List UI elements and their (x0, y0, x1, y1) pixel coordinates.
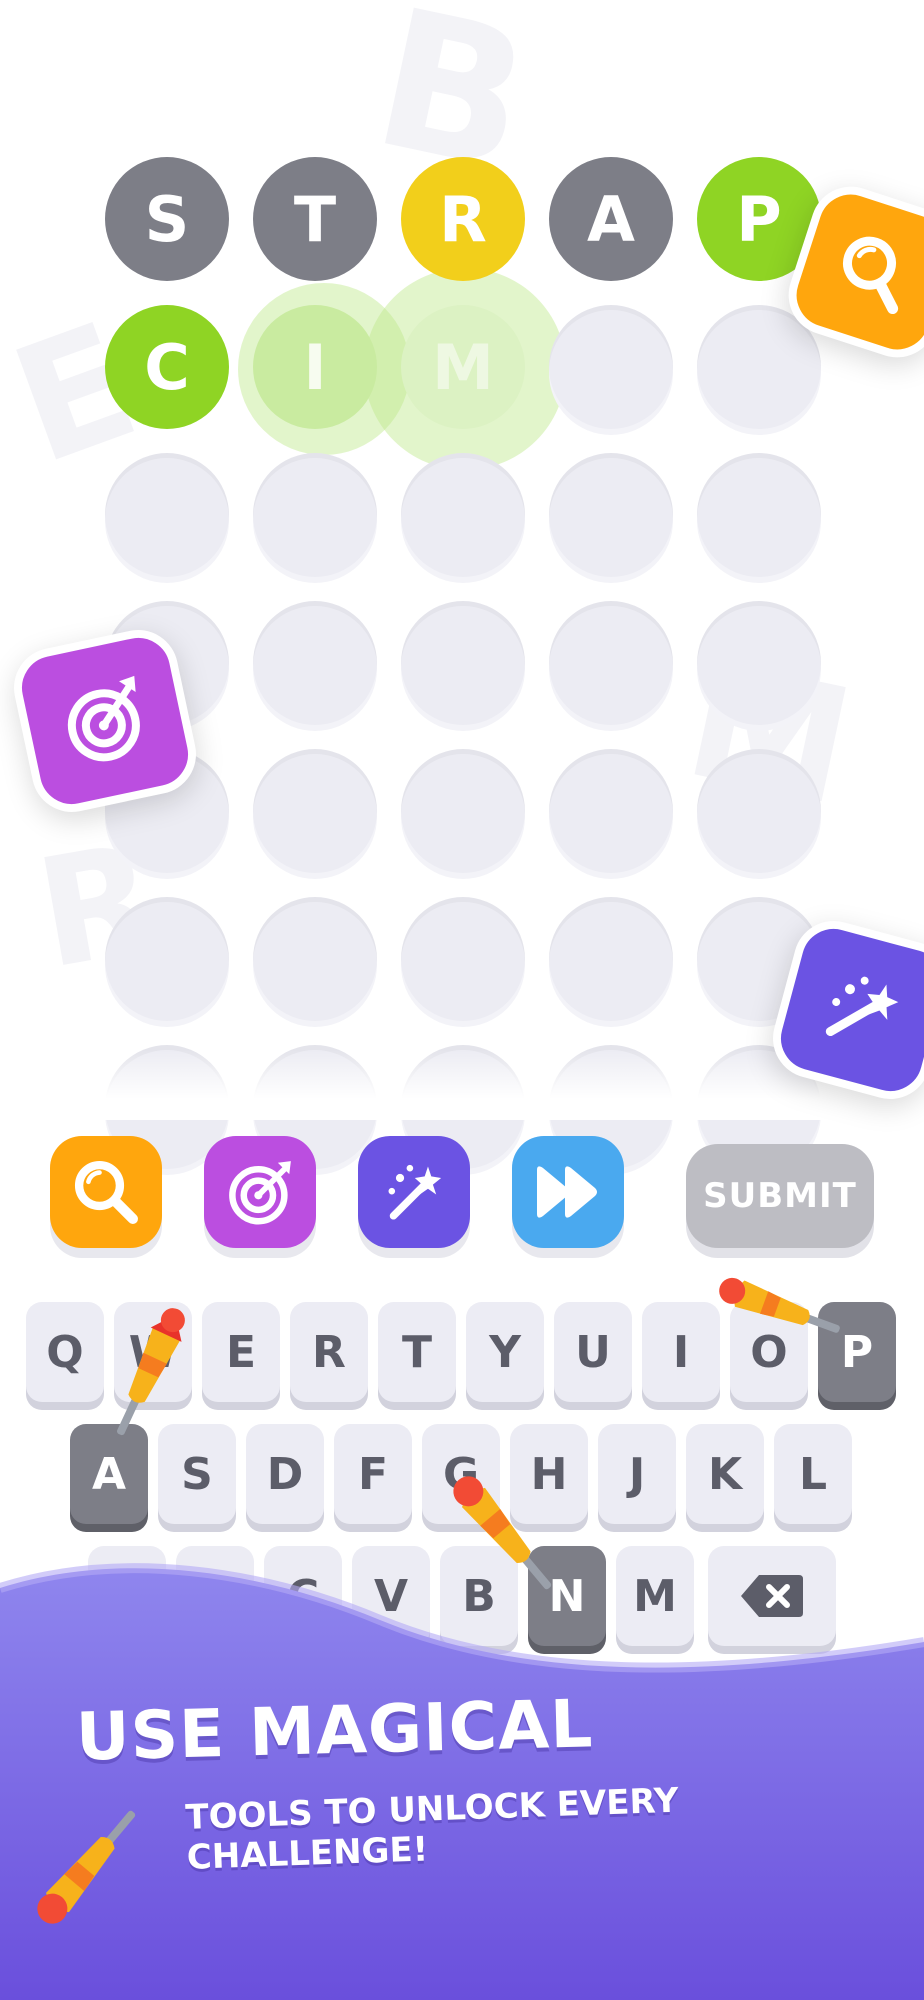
key-k[interactable]: K (686, 1424, 764, 1524)
grid-cell (401, 897, 525, 1021)
key-u[interactable]: U (554, 1302, 632, 1402)
submit-button[interactable]: SUBMIT (686, 1144, 874, 1248)
key-i[interactable]: I (642, 1302, 720, 1402)
key-d[interactable]: D (246, 1424, 324, 1524)
dart-icon (453, 1476, 552, 1590)
grid-cell (253, 897, 377, 1021)
fast-forward-tool-button[interactable] (512, 1136, 624, 1248)
grid-cell (105, 897, 229, 1021)
grid-cell: R (401, 157, 525, 281)
target-icon (229, 1161, 291, 1225)
magnifier-tool-button[interactable] (50, 1136, 162, 1248)
grid-cell (549, 897, 673, 1021)
grid-cell (253, 749, 377, 873)
grid-cell: I (253, 305, 377, 429)
grid-cell (697, 749, 821, 873)
grid-cell (253, 601, 377, 725)
grid-cell (253, 453, 377, 577)
target-icon (67, 675, 140, 762)
grid-cell: C (105, 305, 229, 429)
key-f[interactable]: F (334, 1424, 412, 1524)
dart-icon (117, 1308, 185, 1436)
grid-cell: M (401, 305, 525, 429)
grid-cell (401, 601, 525, 725)
grid-cell (549, 305, 673, 429)
dart-icon (37, 1810, 136, 1924)
magic-wand-icon (825, 976, 899, 1037)
fast-forward-icon (537, 1166, 597, 1218)
key-l[interactable]: L (774, 1424, 852, 1524)
banner-title: USE MAGICAL (75, 1685, 595, 1776)
grid-cell (105, 453, 229, 577)
key-e[interactable]: E (202, 1302, 280, 1402)
grid-cell (549, 453, 673, 577)
grid-cell: T (253, 157, 377, 281)
grid-cell (697, 453, 821, 577)
grid-cell (401, 749, 525, 873)
dart-icon (719, 1277, 840, 1333)
key-j[interactable]: J (598, 1424, 676, 1524)
grid-cell: A (549, 157, 673, 281)
target-tool-button[interactable] (204, 1136, 316, 1248)
magnifier-icon (74, 1160, 138, 1224)
key-r[interactable]: R (290, 1302, 368, 1402)
magnifier-icon (843, 236, 899, 315)
key-y[interactable]: Y (466, 1302, 544, 1402)
grid-cell (401, 453, 525, 577)
grid-cell (549, 601, 673, 725)
grid-cell (697, 601, 821, 725)
grid-cell: S (105, 157, 229, 281)
grid-cell (549, 749, 673, 873)
word-grid: STRAPCIM (0, 0, 924, 1169)
floating-target-badge (6, 622, 204, 820)
magic-wand-icon (388, 1164, 442, 1220)
key-t[interactable]: T (378, 1302, 456, 1402)
magic-wand-tool-button[interactable] (358, 1136, 470, 1248)
